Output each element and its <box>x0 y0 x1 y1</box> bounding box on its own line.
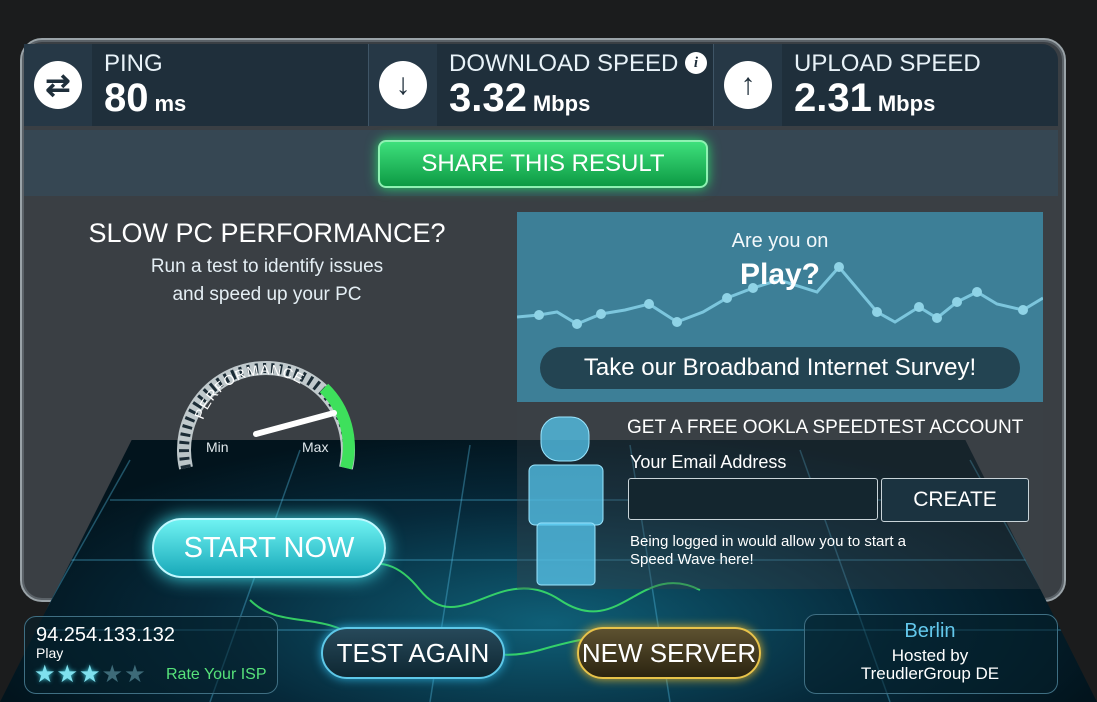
results-header: ⇄ PING 80 ms ↓ DOWNLOAD SPEED 3.32 Mbps i … <box>24 44 1058 126</box>
upload-value: 2.31 <box>794 76 872 120</box>
gauge-needle <box>253 410 337 437</box>
server-host: Hosted by TreudlerGroup DE <box>804 647 1056 683</box>
performance-gauge: PERFORMANCE Min Max <box>177 361 355 470</box>
ping-stat: ⇄ PING 80 ms <box>24 44 369 126</box>
isp-name: Play <box>36 645 64 661</box>
email-input[interactable] <box>628 478 878 520</box>
rating-stars-filled[interactable]: ★★★ <box>34 661 102 688</box>
ip-address: 94.254.133.132 <box>36 624 176 646</box>
new-server-button[interactable]: NEW SERVER <box>577 627 761 679</box>
ping-icon-box: ⇄ <box>24 44 92 126</box>
ping-value: 80 <box>104 76 149 120</box>
host-name: TreudlerGroup DE <box>860 664 1000 683</box>
create-account-button[interactable]: CREATE <box>881 478 1029 522</box>
speed-wave-person-icon <box>528 416 604 586</box>
download-label: DOWNLOAD SPEED <box>449 50 679 77</box>
ping-label: PING <box>104 50 163 77</box>
info-icon[interactable]: i <box>685 52 707 74</box>
pc-promo-line1: Run a test to identify issues <box>150 256 384 277</box>
start-now-button[interactable]: START NOW <box>152 518 386 578</box>
share-result-button[interactable]: SHARE THIS RESULT <box>378 140 708 188</box>
survey-question-line1: Are you on <box>731 230 829 252</box>
download-icon-box: ↓ <box>369 44 437 126</box>
download-value: 3.32 <box>449 76 527 120</box>
gauge-max-label: Max <box>302 439 328 455</box>
arrow-down-icon: ↓ <box>379 61 427 109</box>
test-again-button[interactable]: TEST AGAIN <box>321 627 505 679</box>
upload-unit: Mbps <box>877 91 936 116</box>
ping-arrows-icon: ⇄ <box>34 61 82 109</box>
download-stat: ↓ DOWNLOAD SPEED 3.32 Mbps i <box>369 44 714 126</box>
upload-icon-box: ↑ <box>714 44 782 126</box>
ping-text: PING 80 ms <box>92 50 187 120</box>
account-note: Being logged in would allow you to start… <box>630 533 907 568</box>
pc-promo-line2: and speed up your PC <box>172 284 362 305</box>
broadband-survey-button[interactable]: Take our Broadband Internet Survey! <box>540 347 1020 389</box>
hosted-by-label: Hosted by <box>891 646 969 665</box>
email-label: Your Email Address <box>630 452 787 472</box>
account-title: GET A FREE OOKLA SPEEDTEST ACCOUNT <box>627 417 1024 438</box>
download-unit: Mbps <box>532 91 591 116</box>
ping-unit: ms <box>154 91 187 116</box>
svg-text:PERFORMANCE: PERFORMANCE <box>191 361 307 421</box>
survey-question-line2: Play? <box>739 258 821 291</box>
pc-promo-title: SLOW PC PERFORMANCE? <box>88 218 446 248</box>
gauge-min-label: Min <box>206 439 229 455</box>
download-text: DOWNLOAD SPEED 3.32 Mbps <box>437 50 679 120</box>
isp-rating-stars[interactable]: ★★★★★ <box>34 660 147 689</box>
upload-label: UPLOAD SPEED <box>794 50 981 77</box>
rating-stars-empty[interactable]: ★★ <box>102 661 147 688</box>
upload-stat: ↑ UPLOAD SPEED 2.31 Mbps <box>714 44 1058 126</box>
gauge-label: PERFORMANCE <box>191 361 306 421</box>
arrow-up-icon: ↑ <box>724 61 772 109</box>
rate-isp-link[interactable]: Rate Your ISP <box>166 666 267 684</box>
upload-text: UPLOAD SPEED 2.31 Mbps <box>782 50 981 120</box>
server-city: Berlin <box>904 620 956 642</box>
